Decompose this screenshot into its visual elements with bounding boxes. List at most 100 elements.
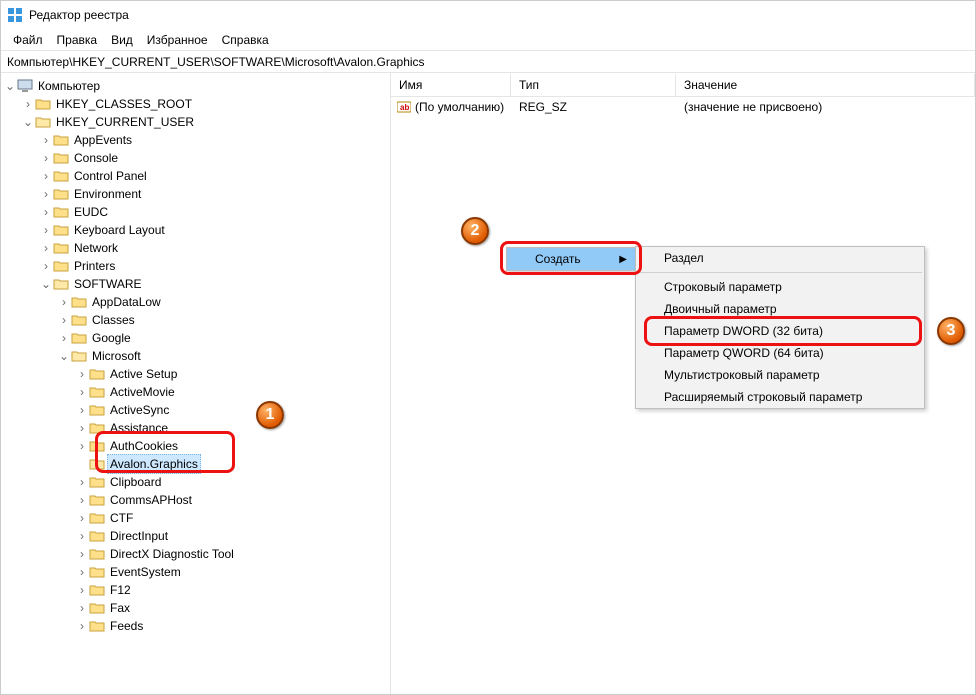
menu-file[interactable]: Файл (7, 31, 49, 49)
expander-icon[interactable]: › (75, 491, 89, 509)
expander-icon[interactable]: › (39, 167, 53, 185)
expander-icon[interactable]: › (75, 599, 89, 617)
menu-view[interactable]: Вид (105, 31, 139, 49)
tree-item[interactable]: ›Printers (3, 257, 390, 275)
expander-icon[interactable]: › (75, 509, 89, 527)
tree-item[interactable]: ⌄HKEY_CURRENT_USER (3, 113, 390, 131)
tree-item[interactable]: ›AppEvents (3, 131, 390, 149)
folder-icon (89, 547, 105, 561)
expander-icon[interactable]: › (39, 131, 53, 149)
tree-item[interactable]: ›DirectInput (3, 527, 390, 545)
tree-item[interactable]: ›CTF (3, 509, 390, 527)
tree-label: Feeds (107, 617, 146, 635)
expander-icon[interactable]: › (75, 545, 89, 563)
folder-icon (71, 349, 87, 363)
expander-icon[interactable]: › (21, 95, 35, 113)
expander-icon[interactable]: ⌄ (21, 113, 35, 131)
expander-icon[interactable]: › (39, 239, 53, 257)
expander-icon[interactable]: › (39, 203, 53, 221)
tree-label: CommsAPHost (107, 491, 195, 509)
menu-edit[interactable]: Правка (51, 31, 104, 49)
tree-item[interactable]: › Clipboard (3, 473, 390, 491)
expander-icon[interactable]: › (75, 401, 89, 419)
expander-icon[interactable]: › (75, 365, 89, 383)
tree-item[interactable]: › DirectX Diagnostic Tool (3, 545, 390, 563)
folder-icon (53, 133, 69, 147)
folder-icon (89, 475, 105, 489)
tree-item[interactable]: ›HKEY_CLASSES_ROOT (3, 95, 390, 113)
list-row[interactable]: ab (По умолчанию) REG_SZ (значение не пр… (391, 97, 975, 117)
expander-icon[interactable]: › (39, 149, 53, 167)
tree-item[interactable]: › Environment (3, 185, 390, 203)
expander-icon[interactable]: › (57, 329, 71, 347)
expander-icon[interactable]: › (75, 437, 89, 455)
ctx-create[interactable]: Создать ▶ (507, 248, 635, 270)
tree-item[interactable]: Avalon.Graphics (3, 455, 390, 473)
tree-label: DirectX Diagnostic Tool (107, 545, 237, 563)
tree-item[interactable]: ›Network (3, 239, 390, 257)
tree-label: SOFTWARE (71, 275, 145, 293)
menu-help[interactable]: Справка (216, 31, 275, 49)
ctx-multi[interactable]: Мультистроковый параметр (636, 364, 924, 386)
menu-favorites[interactable]: Избранное (141, 31, 214, 49)
expander-icon[interactable]: ⌄ (3, 77, 17, 95)
tree-item[interactable]: › CommsAPHost (3, 491, 390, 509)
ctx-string[interactable]: Строковый параметр (636, 276, 924, 298)
tree-item[interactable]: ⌄ SOFTWARE (3, 275, 390, 293)
folder-icon (89, 619, 105, 633)
expander-icon[interactable]: › (75, 581, 89, 599)
tree-item[interactable]: ›Classes (3, 311, 390, 329)
col-type[interactable]: Тип (511, 74, 676, 96)
ctx-qword[interactable]: Параметр QWORD (64 бита) (636, 342, 924, 364)
tree-item[interactable]: ›AuthCookies (3, 437, 390, 455)
tree-item[interactable]: ›Active Setup (3, 365, 390, 383)
address-text: Компьютер\HKEY_CURRENT_USER\SOFTWARE\Mic… (7, 55, 425, 69)
tree-item[interactable]: ›AppDataLow (3, 293, 390, 311)
tree-item[interactable]: › Keyboard Layout (3, 221, 390, 239)
tree-item[interactable]: ›Assistance (3, 419, 390, 437)
tree-label: EventSystem (107, 563, 184, 581)
expander-icon[interactable]: › (75, 527, 89, 545)
expander-icon[interactable]: › (39, 257, 53, 275)
tree-label: Clipboard (107, 473, 164, 491)
col-value[interactable]: Значение (676, 74, 975, 96)
tree-item[interactable]: ⌄Компьютер (3, 77, 390, 95)
tree-item[interactable]: › EventSystem (3, 563, 390, 581)
tree-item[interactable]: ›ActiveSync (3, 401, 390, 419)
expander-icon[interactable]: › (57, 293, 71, 311)
tree-item[interactable]: ›EUDC (3, 203, 390, 221)
tree-item[interactable]: ›Fax (3, 599, 390, 617)
expander-icon[interactable]: › (75, 383, 89, 401)
tree-label: Console (71, 149, 121, 167)
folder-icon (89, 421, 105, 435)
ctx-dword[interactable]: Параметр DWORD (32 бита) (636, 320, 924, 342)
expander-icon[interactable]: › (75, 419, 89, 437)
tree-label: Keyboard Layout (71, 221, 168, 239)
expander-icon[interactable]: › (75, 563, 89, 581)
expander-icon[interactable]: › (57, 311, 71, 329)
col-name[interactable]: Имя (391, 74, 511, 96)
expander-icon[interactable]: › (39, 221, 53, 239)
ctx-binary[interactable]: Двоичный параметр (636, 298, 924, 320)
expander-icon[interactable]: › (75, 473, 89, 491)
folder-icon (89, 529, 105, 543)
expander-icon[interactable]: › (39, 185, 53, 203)
address-bar[interactable]: Компьютер\HKEY_CURRENT_USER\SOFTWARE\Mic… (1, 51, 975, 73)
expander-icon[interactable]: ⌄ (57, 347, 71, 365)
expander-icon[interactable]: › (75, 617, 89, 635)
callout-3: 3 (937, 317, 965, 345)
expander-icon[interactable]: ⌄ (39, 275, 53, 293)
tree-pane[interactable]: ⌄Компьютер›HKEY_CLASSES_ROOT⌄HKEY_CURREN… (1, 73, 391, 694)
tree-label: Environment (71, 185, 144, 203)
window-title: Редактор реестра (29, 8, 129, 22)
tree-item[interactable]: › Feeds (3, 617, 390, 635)
tree-item[interactable]: ›F12 (3, 581, 390, 599)
tree-item[interactable]: ›Control Panel (3, 167, 390, 185)
tree-item[interactable]: › Console (3, 149, 390, 167)
tree-item[interactable]: ›ActiveMovie (3, 383, 390, 401)
tree-item[interactable]: ⌄Microsoft (3, 347, 390, 365)
ctx-section[interactable]: Раздел (636, 247, 924, 269)
ctx-expand[interactable]: Расширяемый строковый параметр (636, 386, 924, 408)
tree-item[interactable]: ›Google (3, 329, 390, 347)
list-pane[interactable]: Имя Тип Значение ab (По умолчанию) REG_S… (391, 73, 975, 694)
